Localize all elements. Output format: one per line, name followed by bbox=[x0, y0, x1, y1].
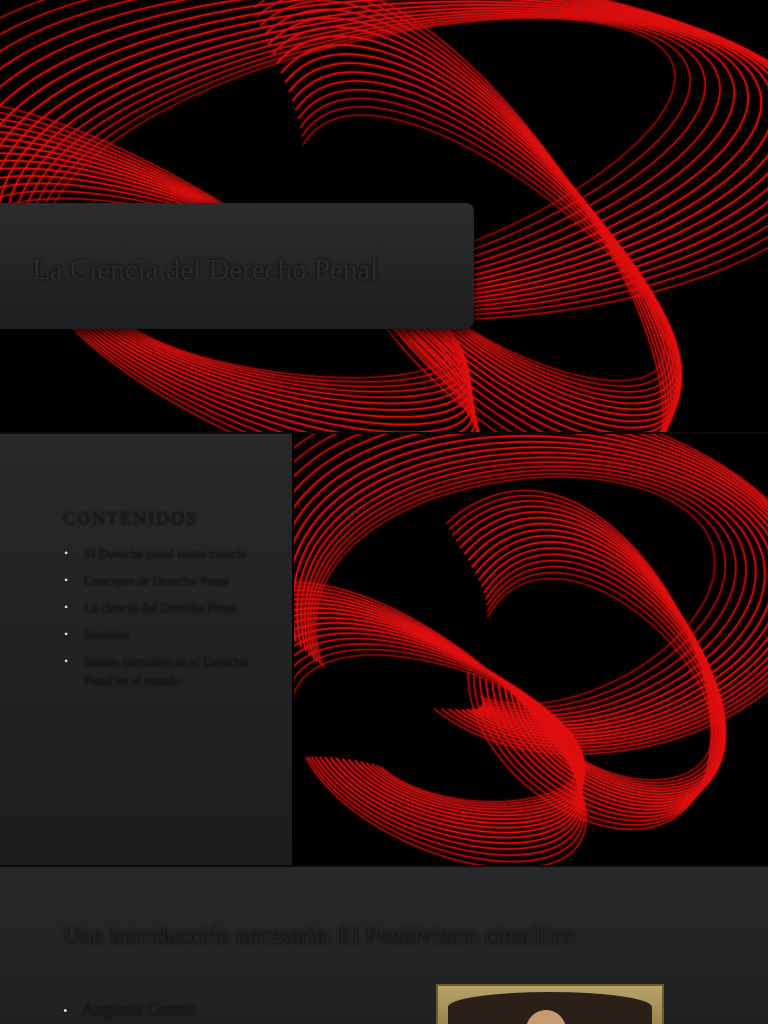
bullet-icon: • bbox=[64, 627, 69, 641]
ribbon-strand bbox=[294, 585, 585, 863]
contents-heading: CONTENIDOS bbox=[63, 508, 198, 528]
list-item: • Interés científico en el Derecho Penal … bbox=[64, 654, 248, 688]
list-item: • Modelos bbox=[64, 627, 130, 642]
portrait-image bbox=[436, 984, 664, 1024]
bullet-icon: • bbox=[64, 573, 69, 587]
contents-list: • El Derecho penal como ciencia • Concepto… bbox=[62, 544, 257, 698]
ribbon-strand bbox=[294, 602, 582, 839]
contents-panel: CONTENIDOS • El Derecho penal como cienci… bbox=[0, 434, 292, 865]
slide-title: La Ciencia del Derecho Penal bbox=[0, 0, 768, 432]
bullet-icon: • bbox=[64, 654, 69, 668]
slide-positivismo: Una introducción necesaria: El Positivis… bbox=[0, 867, 768, 1024]
ribbon-photo bbox=[294, 434, 768, 865]
ribbon-strand bbox=[475, 535, 726, 801]
red-ribbons-image bbox=[294, 434, 768, 865]
bullet-icon: • bbox=[64, 600, 69, 614]
list-item: • La ciencia del Derecho Penal bbox=[64, 600, 237, 615]
list-item: • El Derecho penal como ciencia bbox=[64, 546, 247, 561]
slide-title-text: La Ciencia del Derecho Penal bbox=[32, 254, 379, 286]
bullet-icon: • bbox=[63, 1003, 68, 1018]
slide-contents: CONTENIDOS • El Derecho penal como cienci… bbox=[0, 434, 768, 865]
list-item: • Augusto Comte bbox=[63, 999, 196, 1019]
list-item: • Concepto de Derecho Penal bbox=[64, 573, 229, 588]
bullet-icon: • bbox=[64, 546, 69, 560]
slide3-title: Una introducción necesaria: El Positivis… bbox=[63, 923, 576, 949]
